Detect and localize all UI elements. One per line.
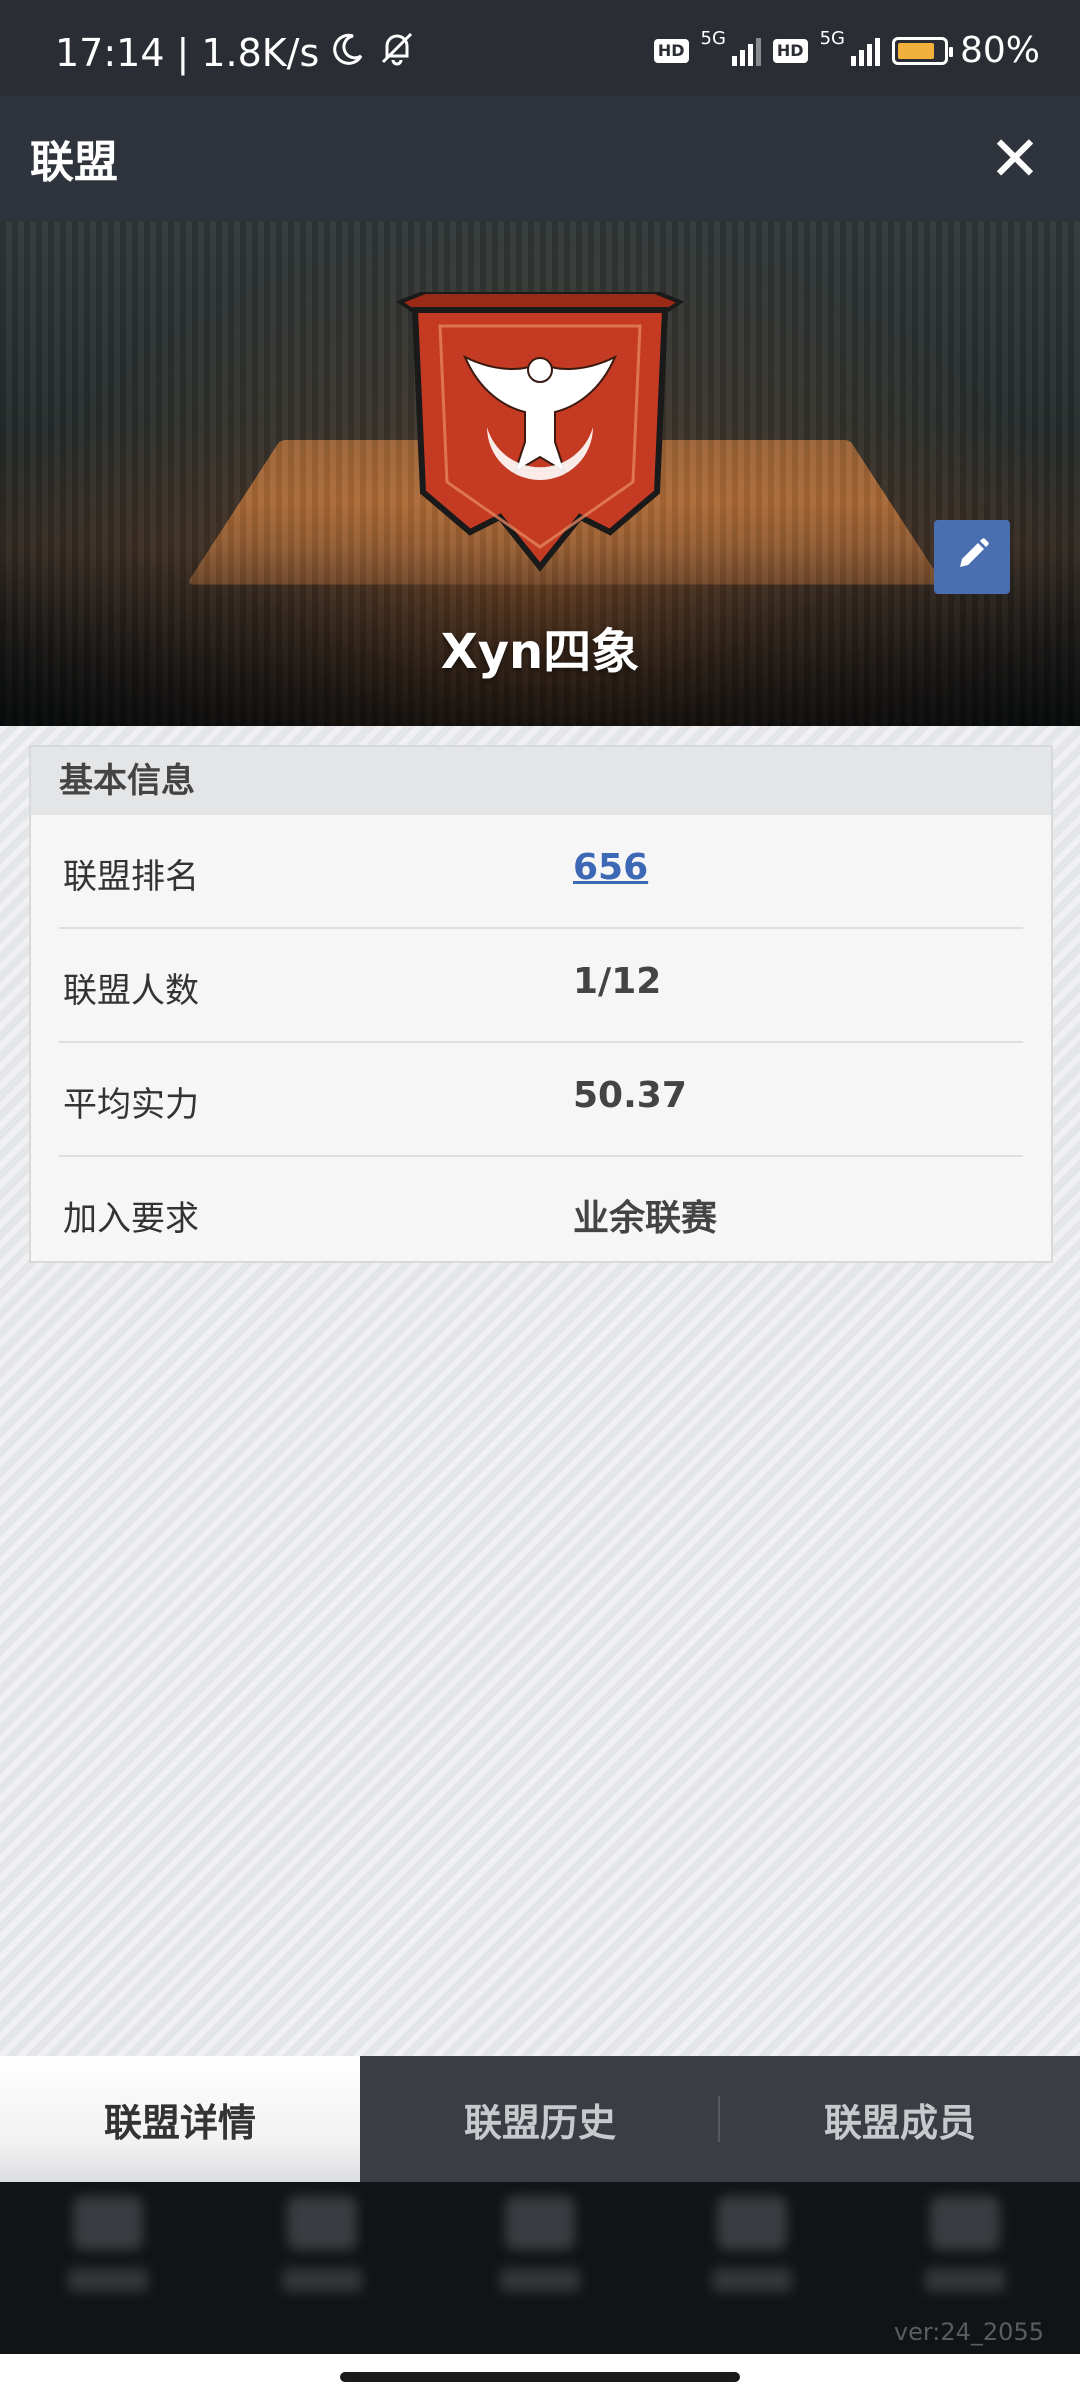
average-strength-value: 50.37 [573, 1075, 687, 1116]
hd-badge-2: HD [772, 38, 808, 63]
signal-icon-1 [731, 36, 761, 66]
bell-off-icon [377, 30, 417, 75]
basic-info-title: 基本信息 [31, 747, 1051, 815]
nav-item-4[interactable] [702, 2196, 802, 2316]
pencil-icon [952, 535, 992, 579]
tab-alliance-history[interactable]: 联盟历史 [360, 2056, 720, 2182]
status-net-speed: 1.8K/s [201, 30, 320, 75]
moon-icon [331, 31, 365, 75]
alliance-tabs: 联盟详情 联盟历史 联盟成员 [0, 2056, 1080, 2182]
alliance-emblem-icon [395, 290, 685, 572]
tab-alliance-details[interactable]: 联盟详情 [0, 2056, 360, 2182]
tab-alliance-members[interactable]: 联盟成员 [720, 2056, 1080, 2182]
join-requirement-label: 加入要求 [63, 1199, 199, 1239]
home-indicator[interactable] [340, 2372, 740, 2382]
status-time: 17:14 [55, 30, 165, 75]
tab-alliance-history-label: 联盟历史 [463, 2100, 616, 2145]
network-5g-label-1: 5G [700, 28, 726, 49]
version-label: ver:24_2055 [893, 2318, 1044, 2346]
info-row-members: 联盟人数 1/12 [59, 929, 1023, 1043]
edit-button[interactable] [934, 520, 1010, 594]
members-value: 1/12 [573, 961, 662, 1002]
battery-percent: 80% [959, 30, 1040, 71]
average-strength-label: 平均实力 [63, 1085, 199, 1125]
nav-item-5[interactable] [915, 2196, 1015, 2316]
page-title: 联盟 [30, 137, 118, 188]
nav-item-3[interactable] [490, 2196, 590, 2316]
rank-label: 联盟排名 [63, 857, 199, 897]
info-row-join-requirement: 加入要求 业余联赛 [59, 1157, 1023, 1269]
hd-badge-1: HD [653, 38, 689, 63]
status-separator: | [176, 30, 190, 75]
rank-link[interactable]: 656 [573, 847, 648, 888]
close-button[interactable]: ✕ [980, 124, 1050, 194]
info-row-rank: 联盟排名 656 [59, 815, 1023, 929]
status-left: 17:14 | 1.8K/s [55, 30, 417, 75]
alliance-name: Xyn四象 [440, 624, 640, 680]
basic-info-card: 基本信息 联盟排名 656 联盟人数 1/12 平均实力 50.37 加入要求 … [29, 745, 1053, 1263]
alliance-banner: Xyn四象 [0, 222, 1080, 726]
battery-icon [891, 36, 953, 65]
nav-item-1[interactable] [58, 2196, 158, 2316]
app-header: 联盟 ✕ [0, 96, 1080, 222]
info-row-average-strength: 平均实力 50.37 [59, 1043, 1023, 1157]
status-bar: 17:14 | 1.8K/s HD 5G HD 5G 80% [0, 0, 1080, 96]
members-label: 联盟人数 [63, 971, 199, 1011]
status-right: HD 5G HD 5G 80% [653, 28, 1040, 71]
nav-item-2[interactable] [272, 2196, 372, 2316]
network-5g-label-2: 5G [819, 28, 845, 49]
join-requirement-value: 业余联赛 [573, 1198, 718, 1239]
signal-icon-2 [850, 36, 880, 66]
